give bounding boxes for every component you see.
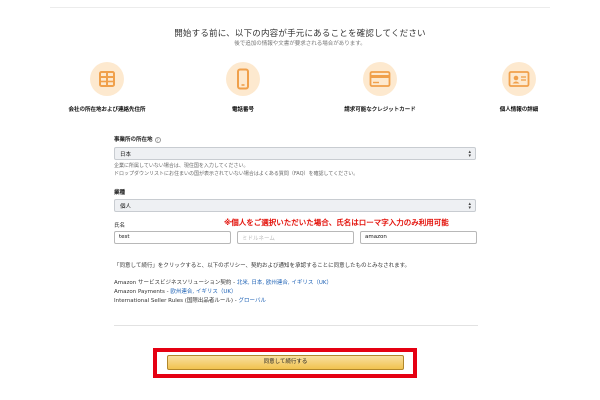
location-help-line: ドロップダウンリストにお住まいの国が表示されていない場合はよくある質問（FAQ）…	[114, 171, 359, 177]
requirement-label: 個人情報の詳細	[499, 107, 539, 113]
requirement-address: 会社の所在地および連絡先住所	[37, 62, 177, 113]
policy-prefix: Amazon Payments -	[114, 289, 171, 295]
location-help: 企業に所属していない場合は、現住国を入力してください。 ドロップダウンリストにお…	[114, 162, 358, 178]
requirement-label: 請求可能なクレジットカード	[344, 107, 416, 113]
last-name-input[interactable]: amazon	[360, 231, 477, 244]
business-type-label: 業種	[114, 190, 126, 196]
business-type-value: 個人	[120, 204, 132, 210]
policy-links[interactable]: 北米, 日本, 欧州連合, イギリス（UK）	[237, 280, 332, 286]
location-value: 日本	[120, 152, 132, 158]
policy-links[interactable]: 欧州連合, イギリス（UK）	[170, 289, 236, 295]
phone-icon	[226, 62, 260, 96]
policy-links[interactable]: グローバル	[239, 298, 266, 304]
location-help-line: 企業に所属していない場合は、現住国を入力してください。	[114, 163, 249, 169]
credit-card-icon	[363, 62, 397, 96]
agree-continue-button[interactable]: 同意して続行する	[167, 355, 404, 370]
name-label: 氏名	[114, 223, 126, 229]
select-arrow-icon: ▴ ▾	[468, 201, 471, 211]
select-arrow-icon: ▴ ▾	[468, 149, 471, 159]
business-type-select[interactable]: 個人 ▴ ▾	[114, 199, 476, 212]
requirement-label: 会社の所在地および連絡先住所	[68, 107, 146, 113]
location-label-text: 事業所の所在地	[114, 137, 153, 143]
agreement-text: 「同意して続行」をクリックすると、以下のポリシー、契約および通知を承認することに…	[114, 263, 411, 269]
building-icon	[90, 62, 124, 96]
id-card-icon	[502, 62, 536, 96]
location-label: 事業所の所在地?	[114, 135, 161, 143]
requirement-label: 電話番号	[231, 107, 254, 113]
location-select[interactable]: 日本 ▴ ▾	[114, 147, 476, 160]
policy-line: Amazon Payments - 欧州連合, イギリス（UK）	[114, 287, 237, 295]
policy-prefix: Amazon サービスビジネスソリューション契約 -	[114, 280, 237, 286]
requirement-personal-info: 個人情報の詳細	[449, 62, 589, 113]
first-name-input[interactable]: test	[114, 231, 231, 244]
requirement-phone: 電話番号	[173, 62, 313, 113]
romaji-annotation: ※個人をご選択いただいた場合、氏名はローマ字入力のみ利用可能	[224, 218, 449, 227]
help-icon[interactable]: ?	[154, 136, 161, 143]
middle-name-input[interactable]: ミドルネーム	[237, 231, 354, 244]
policy-prefix: International Seller Rules (国際出品者ルール) -	[114, 298, 239, 304]
section-divider	[114, 325, 478, 326]
page-subtitle: 後で追加の情報や文書が要求される場合があります。	[234, 41, 366, 47]
requirement-credit-card: 請求可能なクレジットカード	[310, 62, 450, 113]
policy-line: International Seller Rules (国際出品者ルール) - …	[114, 296, 266, 304]
page-title: 開始する前に、以下の内容が手元にあることを確認してください	[174, 29, 426, 39]
top-divider	[50, 0, 550, 8]
policy-line: Amazon サービスビジネスソリューション契約 - 北米, 日本, 欧州連合,…	[114, 278, 332, 286]
